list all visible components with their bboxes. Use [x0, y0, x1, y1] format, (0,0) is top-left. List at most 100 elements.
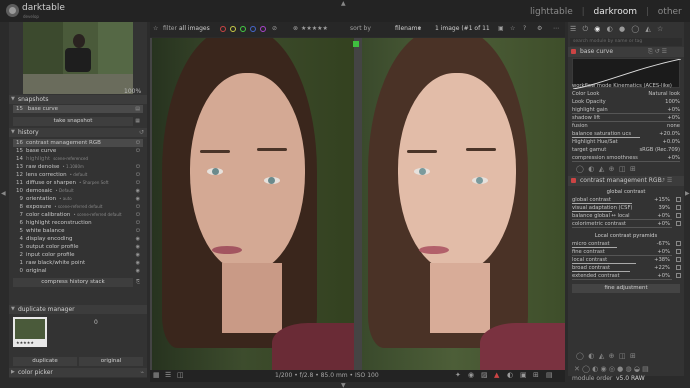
color-label-yellow-icon[interactable] — [230, 26, 236, 32]
group-color-icon[interactable]: ● — [619, 25, 625, 33]
group-correct-icon[interactable]: ◯ — [631, 25, 639, 33]
presets-icon[interactable]: ☰ — [165, 371, 171, 379]
group-base-icon[interactable]: ◉ — [594, 25, 600, 33]
checkbox[interactable] — [676, 241, 681, 246]
group-tone-icon[interactable]: ◐ — [607, 25, 613, 33]
module-power-icon[interactable] — [571, 178, 576, 183]
param-row[interactable]: balance global ↔ local +0% — [568, 212, 684, 220]
view-lighttable[interactable]: lighttable — [530, 7, 573, 17]
after-image[interactable] — [362, 38, 565, 370]
overlay-icon[interactable]: ☆ — [510, 25, 515, 32]
param-row[interactable]: Look Opacity 100% — [568, 98, 684, 106]
rating-filter[interactable]: ★★★★★ — [301, 25, 328, 32]
eyedropper-icon[interactable]: ⌁ — [140, 368, 144, 377]
param-row[interactable]: fine contrast +0% — [568, 248, 684, 256]
clipping-icon[interactable]: ▲ — [494, 371, 499, 379]
checkbox[interactable] — [676, 257, 681, 262]
checkbox[interactable] — [676, 265, 681, 270]
group-favorites-icon[interactable]: ☰ — [570, 25, 576, 33]
snapshot-compare-icon[interactable]: ▦ — [135, 118, 140, 124]
fine-adjustment-button[interactable]: fine adjustment — [572, 284, 680, 293]
history-item[interactable]: 14 highlight scene-referenced — [13, 155, 143, 163]
zoom-level[interactable]: 100% — [124, 88, 141, 95]
module-order-bar[interactable]: module order v5.0 RAW — [568, 374, 684, 384]
checkbox[interactable] — [676, 213, 681, 218]
split-marker-icon[interactable] — [353, 41, 359, 47]
navigation-thumbnail[interactable] — [23, 22, 133, 94]
param-row[interactable]: balance saturation ucs +20.0% — [568, 130, 684, 138]
color-picker-header[interactable]: ▶ color picker ⌁ — [9, 368, 147, 377]
history-item[interactable]: 1 raw black/white point ◉ — [13, 259, 143, 267]
left-panel-toggle-icon[interactable]: ◀ — [1, 190, 6, 197]
snapshots-header[interactable]: ▼ snapshots — [9, 95, 147, 104]
param-row[interactable]: highlight gain +0% — [568, 106, 684, 114]
module-header-icons[interactable]: ↺ ☰ — [660, 176, 672, 186]
gamut-icon[interactable]: ▣ — [520, 371, 527, 379]
star-filter-icon[interactable]: ☆ — [153, 25, 158, 32]
history-header[interactable]: ▼ history ↺ — [9, 128, 147, 137]
history-item[interactable]: 8 exposure • scene-referred default ⏻ — [13, 203, 143, 211]
bottom-panel-toggle-icon[interactable]: ▼ — [341, 382, 346, 388]
param-row[interactable]: visual adaptation (CSF) 39% — [568, 204, 684, 212]
compress-history-button[interactable]: compress history stack — [13, 278, 133, 287]
blend-mode-icons[interactable]: ◯ ◐ ◭ ⊕ ◫ ⊞ — [576, 352, 636, 360]
param-row[interactable]: broad contrast +22% — [568, 264, 684, 272]
softproof-icon[interactable]: ◐ — [507, 371, 513, 379]
param-row[interactable]: global contrast +15% — [568, 196, 684, 204]
duplicate-button[interactable]: duplicate — [13, 357, 77, 366]
history-item[interactable]: 7 color calibration • scene-referred defau… — [13, 211, 143, 219]
top-panel-toggle-icon[interactable]: ▲ — [341, 0, 346, 7]
contrast-header[interactable]: contrast management RGB ↺ ☰ — [568, 176, 684, 186]
param-row[interactable]: workflow mode Kinematics (ACES-like) — [568, 82, 684, 90]
iso-icon[interactable]: ▨ — [481, 371, 488, 379]
filter-select[interactable]: all images — [179, 25, 210, 32]
duplicate-header[interactable]: ▼ duplicate manager — [9, 305, 147, 314]
color-label-red-icon[interactable] — [220, 26, 226, 32]
param-row[interactable]: extended contrast +0% — [568, 272, 684, 280]
snapshot-item[interactable]: 15 base curve ▤ — [13, 105, 143, 113]
param-row[interactable]: colorimetric contrast +0% — [568, 220, 684, 228]
view-darkroom[interactable]: darkroom — [594, 7, 637, 17]
filter-mode-icon[interactable]: ⊘ — [272, 25, 277, 32]
bulb-icon[interactable]: ✦ — [455, 371, 461, 379]
param-row[interactable]: Color Look Natural look — [568, 90, 684, 98]
second-window-icon[interactable]: ▤ — [546, 371, 553, 379]
group-active-icon[interactable]: ⏻ — [583, 25, 589, 33]
duplicate-thumbnail[interactable]: ★★★★★ — [13, 317, 47, 347]
group-presets-icon[interactable]: ☆ — [657, 25, 663, 33]
param-row[interactable]: target gamut sRGB (Rec.709) — [568, 146, 684, 154]
history-item[interactable]: 13 raw denoise • 1.1080m ⏻ — [13, 163, 143, 171]
reject-icon[interactable]: ⊗ — [293, 25, 298, 32]
bottom-module-icons[interactable]: ✕ ◯ ◐ ◉ ◎ ● ◍ ◒ ▤ — [574, 365, 649, 373]
checkbox[interactable] — [676, 197, 681, 202]
history-item[interactable]: 6 highlight reconstruction ⏻ — [13, 219, 143, 227]
history-item[interactable]: 0 original ◉ — [13, 267, 143, 275]
guides-icon[interactable]: ⊞ — [533, 371, 539, 379]
param-row[interactable]: Highlight Hue/Sat +0.0% — [568, 138, 684, 146]
preferences-icon[interactable]: ⚙ — [537, 25, 542, 32]
history-item[interactable]: 15 base curve ⏻ — [13, 147, 143, 155]
module-power-icon[interactable] — [571, 49, 576, 54]
module-header-icons[interactable]: ⎘ ↺ ☰ — [648, 47, 667, 57]
param-row[interactable]: shadow lift +0% — [568, 114, 684, 122]
checkbox[interactable] — [676, 249, 681, 254]
copy-history-icon[interactable]: ⎘ — [136, 279, 140, 285]
history-item[interactable]: 10 demosaic • Default ◉ — [13, 187, 143, 195]
param-row[interactable]: compression smoothness +0% — [568, 154, 684, 162]
view-other[interactable]: other — [658, 7, 682, 17]
history-item[interactable]: 3 output color profile ◉ — [13, 243, 143, 251]
history-item[interactable]: 16 contrast management RGB ⏻ — [13, 139, 143, 147]
styles-icon[interactable]: ◫ — [177, 371, 184, 379]
history-item[interactable]: 11 diffuse or sharpen • Sharpen Soft ⏻ — [13, 179, 143, 187]
color-label-purple-icon[interactable] — [260, 26, 266, 32]
help-icon[interactable]: ? — [523, 25, 526, 32]
image-area[interactable] — [150, 38, 565, 370]
reset-icon[interactable]: ↺ — [139, 128, 144, 137]
checkbox[interactable] — [676, 273, 681, 278]
group-effect-icon[interactable]: ◭ — [645, 25, 650, 33]
param-row[interactable]: fusion none — [568, 122, 684, 130]
module-search-input[interactable]: search module by name or tag — [570, 38, 682, 46]
blend-mode-icons[interactable]: ◯ ◐ ◭ ⊕ ◫ ⊞ — [576, 165, 636, 173]
quick-access-icon[interactable]: ▦ — [153, 371, 160, 379]
param-row[interactable]: local contrast +38% — [568, 256, 684, 264]
